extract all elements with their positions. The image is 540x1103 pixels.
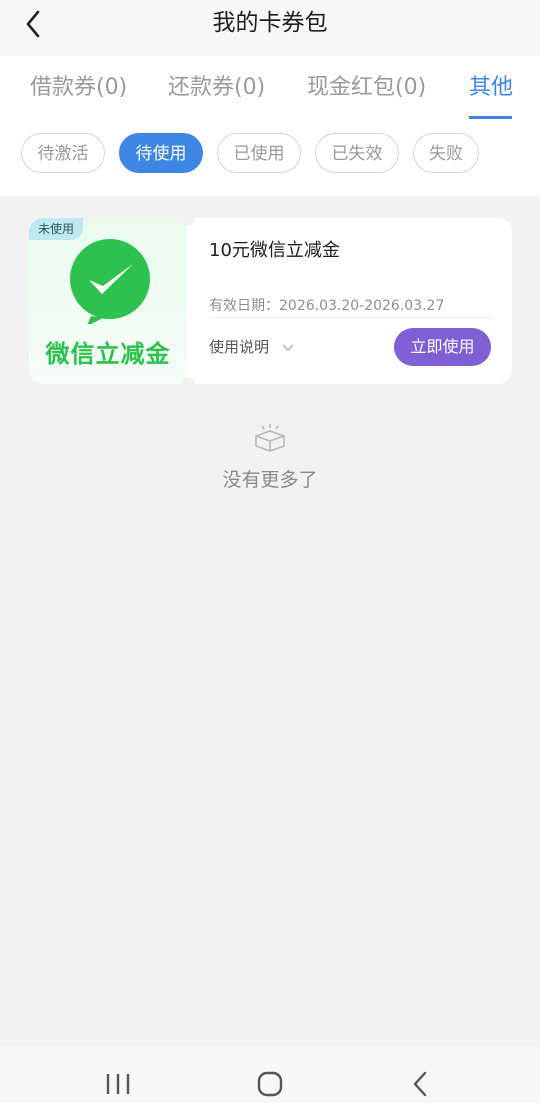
system-nav-bar [0,1046,540,1103]
coupon-brand-panel: 未使用 微信立减金 [29,218,187,384]
tab-cash-red-packets[interactable]: 现金红包(0) [307,72,426,104]
coupon-tabs-panel: 借款券(0) 还款券(0) 现金红包(0) 其他 待激活 待使用 已使用 已失效… [0,56,540,196]
recent-apps-icon[interactable] [88,1046,148,1103]
brand-label: 微信立减金 [45,340,171,368]
usage-instructions-toggle[interactable]: 使用说明 [209,336,294,357]
ticket-notch [181,377,195,384]
tab-indicator [469,116,512,119]
tab-repay-coupons[interactable]: 还款券(0) [168,72,265,104]
home-icon[interactable] [240,1046,300,1103]
use-now-button[interactable]: 立即使用 [394,328,491,366]
top-bar: 我的卡券包 [0,0,540,56]
usage-instructions-label: 使用说明 [209,338,270,356]
wechat-pay-icon [70,239,150,324]
coupon-validity: 有效日期：2026.03.20-2026.03.27 [209,298,445,314]
filter-failed[interactable]: 失败 [413,133,479,173]
tab-other[interactable]: 其他 [469,72,513,104]
divider [209,317,492,318]
filter-to-use[interactable]: 待使用 [119,133,203,173]
back-nav-icon[interactable] [390,1046,450,1103]
chevron-down-icon [282,343,294,351]
no-more-text: 没有更多了 [222,469,318,491]
filter-used[interactable]: 已使用 [217,133,301,173]
empty-box-icon [255,424,285,452]
filter-expired[interactable]: 已失效 [315,133,399,173]
coupon-card: 未使用 微信立减金 10元微信立减金 有效日期：2026.03.20-2026.… [29,218,512,384]
status-badge: 未使用 [29,218,84,240]
tab-borrow-coupons[interactable]: 借款券(0) [30,72,127,104]
coupon-name: 10元微信立减金 [209,240,340,261]
page-title: 我的卡券包 [212,10,328,36]
filter-to-activate[interactable]: 待激活 [21,133,105,173]
